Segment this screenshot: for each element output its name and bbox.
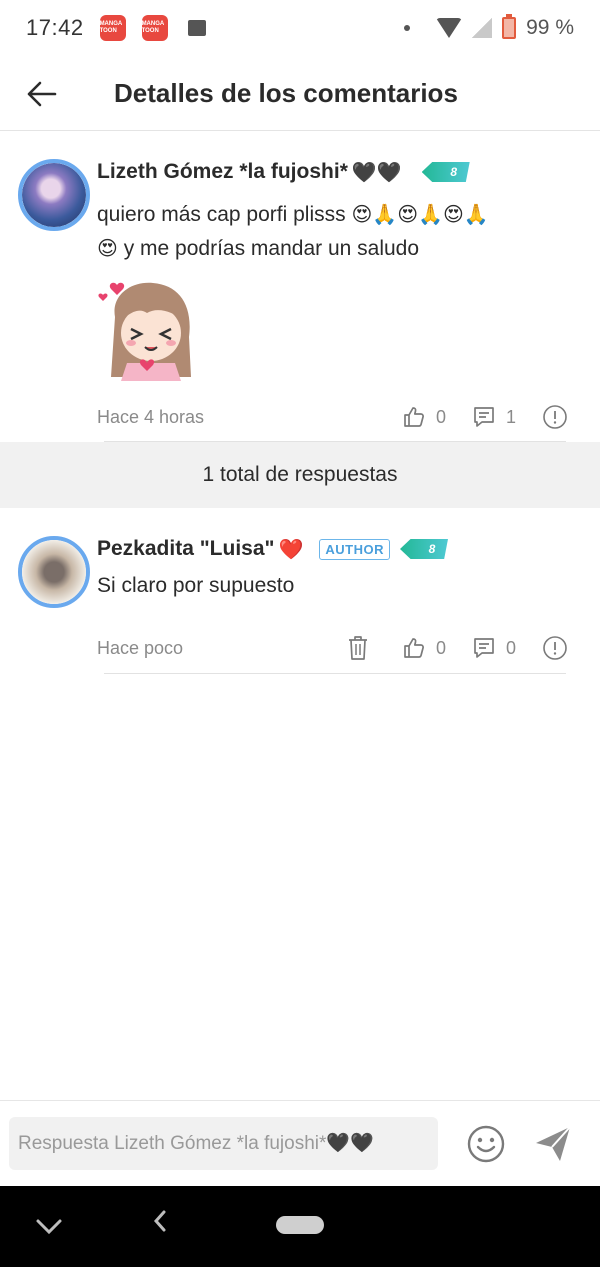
like-count: 0 (435, 637, 446, 658)
page-title: Detalles de los comentarios (114, 78, 458, 108)
system-nav-bar (0, 1186, 600, 1267)
user-name[interactable]: Lizeth Gómez *la fujoshi* (97, 160, 348, 184)
trash-icon (348, 636, 367, 660)
sticker-image (98, 282, 191, 381)
nav-back-icon[interactable] (148, 1206, 172, 1236)
reply-header: Pezkadita "Luisa" ❤️ AUTHOR 8 (97, 533, 568, 565)
avatar[interactable] (18, 159, 90, 231)
reply-text: Si claro por supuesto (97, 574, 295, 597)
back-arrow-icon[interactable] (22, 74, 62, 114)
mangatoon-notification-icon: MANGA TOON (99, 15, 126, 41)
name-emoji: 🖤🖤 (351, 161, 402, 184)
name-emoji: ❤️ (278, 538, 304, 561)
main-comment: Lizeth Gómez *la fujoshi* 🖤🖤 8 quiero má… (0, 131, 600, 442)
nav-collapse-icon[interactable] (34, 1210, 64, 1240)
author-badge: AUTHOR (319, 538, 390, 560)
delete-button[interactable] (346, 635, 370, 661)
smiley-icon (467, 1125, 505, 1163)
comment-timestamp: Hace 4 horas (97, 406, 205, 427)
mangatoon-notification-icon: MANGA TOON (141, 15, 168, 41)
comment-header: Lizeth Gómez *la fujoshi* 🖤🖤 8 (97, 156, 568, 188)
divider (104, 673, 566, 674)
battery-percentage: 99 % (526, 16, 574, 39)
replies-count-header: 1 total de respuestas (0, 442, 600, 508)
comment-icon (474, 407, 494, 427)
send-icon (536, 1126, 571, 1161)
like-button[interactable]: 0 (402, 636, 446, 660)
send-button[interactable] (534, 1125, 572, 1163)
notification-dot-icon (404, 25, 411, 31)
like-count: 0 (435, 406, 446, 427)
nav-home-pill[interactable] (276, 1216, 324, 1234)
gallery-notification-icon (187, 20, 206, 36)
comment-meta: Hace 4 horas 0 1 (97, 401, 568, 433)
thumbs-up-icon (404, 407, 424, 427)
comment-actions: 0 1 (376, 404, 568, 430)
battery-icon (502, 14, 517, 39)
alert-circle-icon (543, 405, 567, 429)
reply-comment: Pezkadita "Luisa" ❤️ AUTHOR 8 Si claro p… (0, 508, 600, 678)
reply-input[interactable] (9, 1117, 438, 1170)
level-badge: 8 (400, 539, 448, 559)
emoji-button[interactable] (466, 1124, 506, 1164)
reply-count-button[interactable]: 1 (472, 405, 516, 429)
comment-icon (474, 638, 494, 658)
status-indicators: 99 % (404, 14, 574, 40)
comment-text: quiero más cap porfi plisss 😍🙏😍🙏😍🙏 😍 y m… (97, 203, 489, 260)
wifi-icon (436, 18, 463, 38)
level-badge: 8 (421, 162, 470, 182)
status-bar: 17:42 MANGA TOON MANGA TOON 99 % (0, 0, 600, 56)
status-time: 17:42 (26, 15, 84, 40)
avatar[interactable] (18, 536, 90, 608)
reply-count-button[interactable]: 0 (472, 636, 516, 660)
alert-circle-icon (543, 636, 567, 660)
reply-actions: 0 0 (320, 635, 568, 661)
report-button[interactable] (542, 404, 568, 430)
report-button[interactable] (542, 635, 568, 661)
reply-count: 0 (505, 637, 516, 658)
reply-bar (0, 1100, 600, 1186)
like-button[interactable]: 0 (402, 405, 446, 429)
app-bar: Detalles de los comentarios (0, 56, 600, 131)
user-name[interactable]: Pezkadita "Luisa" (97, 537, 274, 561)
reply-count: 1 (505, 406, 516, 427)
reply-meta: Hace poco 0 0 (97, 632, 568, 664)
thumbs-up-icon (404, 638, 424, 658)
cell-signal-icon (472, 18, 493, 38)
reply-timestamp: Hace poco (97, 637, 184, 658)
